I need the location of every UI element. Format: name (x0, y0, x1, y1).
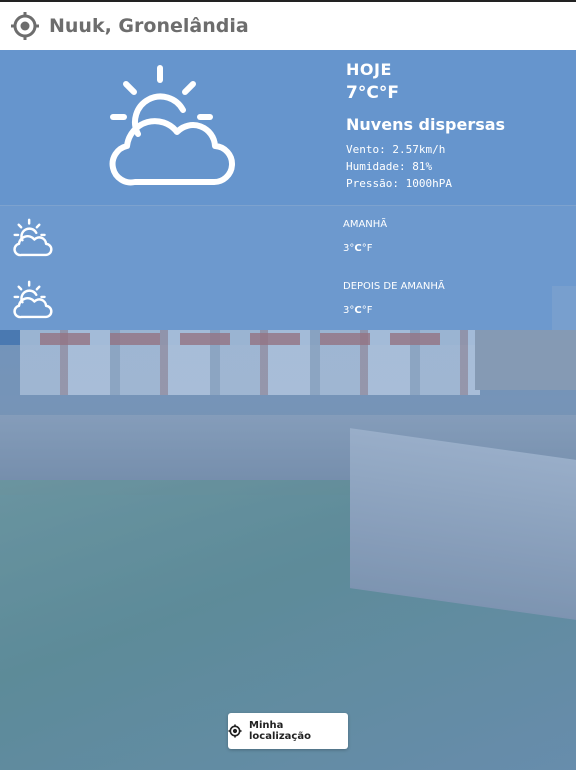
forecast-temperature: 3°C°F (343, 243, 372, 254)
today-humidity: Humidade: 81% (346, 160, 433, 173)
crosshair-location-icon (228, 724, 242, 738)
unit-fahrenheit-toggle[interactable]: °F (379, 83, 399, 103)
partly-cloudy-icon (105, 62, 240, 192)
partly-cloudy-icon (12, 280, 54, 320)
forecast-day-label: AMANHÃ (343, 219, 388, 230)
crosshair-location-icon[interactable] (9, 10, 41, 42)
forecast-temperature: 3°C°F (343, 305, 372, 316)
forecast-temp-value: 3° (343, 305, 355, 316)
unit-celsius-toggle[interactable]: C (366, 83, 378, 103)
forecast-day-label: DEPOIS DE AMANHÃ (343, 281, 445, 292)
my-location-label: Minha localização (249, 720, 311, 742)
today-temperature: 7°C°F (346, 83, 505, 103)
today-day-label: HOJE (346, 60, 392, 79)
unit-celsius-toggle[interactable]: C (354, 305, 361, 316)
today-temp-value: 7° (346, 83, 367, 103)
forecast-row-tomorrow: AMANHÃ 3°C°F (0, 206, 576, 268)
forecast-temp-value: 3° (343, 243, 355, 254)
location-header: Nuuk, Gronelândia (0, 0, 576, 50)
unit-fahrenheit-toggle[interactable]: °F (362, 305, 373, 316)
today-wind: Vento: 2.57km/h (346, 143, 446, 156)
today-panel: HOJE 7°C°F Nuvens dispersas Vento: 2.57k… (0, 50, 576, 205)
unit-fahrenheit-toggle[interactable]: °F (362, 243, 373, 254)
today-info: HOJE 7°C°F Nuvens dispersas Vento: 2.57k… (346, 60, 505, 190)
city-name[interactable]: Nuuk, Gronelândia (49, 15, 249, 37)
unit-celsius-toggle[interactable]: C (354, 243, 361, 254)
my-location-button[interactable]: Minha localização (228, 713, 348, 749)
today-pressure: Pressão: 1000hPA (346, 177, 452, 190)
forecast-row-day-after: DEPOIS DE AMANHÃ 3°C°F (0, 268, 576, 330)
partly-cloudy-icon (12, 218, 54, 258)
today-description: Nuvens dispersas (346, 115, 506, 134)
